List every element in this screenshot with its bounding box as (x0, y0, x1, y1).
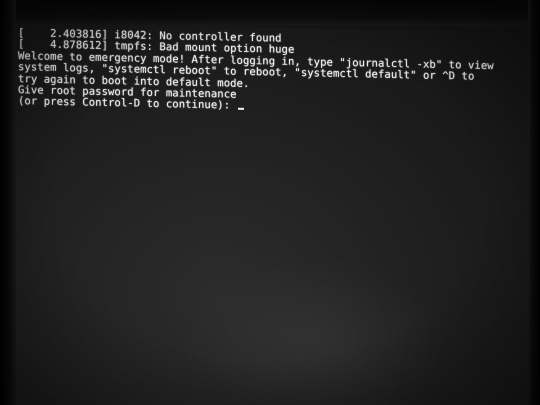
terminal-screen: [ 2.403816] i8042: No controller found[ … (12, 22, 532, 405)
monitor-photo: [ 2.403816] i8042: No controller found[ … (0, 0, 540, 405)
password-prompt: (or press Control-D to continue): (18, 95, 237, 113)
monitor-bezel-left (0, 0, 16, 405)
monitor-bezel-right (528, 0, 540, 405)
text-cursor[interactable] (237, 108, 244, 111)
console-output[interactable]: [ 2.403816] i8042: No controller found[ … (18, 27, 494, 118)
monitor-bezel-top (0, 0, 540, 26)
screen-glare (182, 255, 442, 405)
